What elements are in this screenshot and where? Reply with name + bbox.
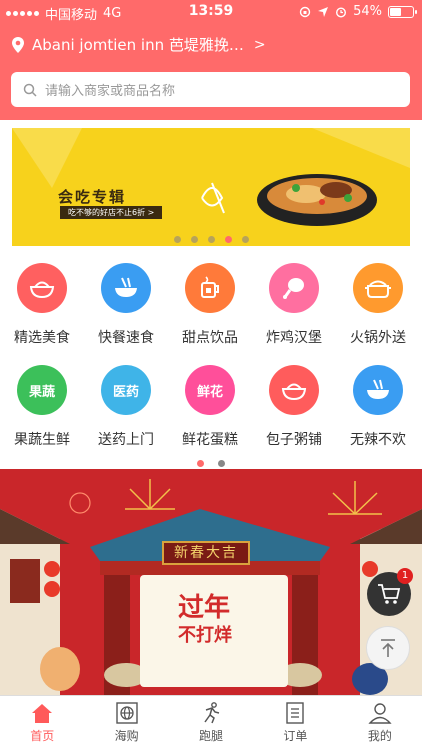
banner-pager (12, 236, 410, 243)
tab-order-list[interactable]: 订单 (253, 696, 337, 750)
back-to-top-button[interactable] (366, 626, 410, 670)
festival-sign: 新春大吉 (162, 541, 250, 565)
order-list-icon (253, 702, 337, 724)
banner-dot[interactable] (224, 236, 232, 243)
festival-headline: 过年 (178, 593, 231, 623)
category-2[interactable]: 快餐速食 (84, 263, 168, 347)
category-label: 包子粥铺 (266, 432, 322, 448)
festival-banner[interactable]: 新春大吉 过年 不打烊 (0, 469, 422, 695)
chevron-right-icon: > (253, 36, 266, 53)
tab-home[interactable]: 首页 (0, 696, 84, 750)
tab-label: 订单 (283, 729, 308, 743)
category-label: 精选美食 (14, 330, 70, 346)
tab-user[interactable]: 我的 (338, 696, 422, 750)
cart-icon (378, 584, 401, 604)
alarm-icon (336, 6, 347, 18)
fruit-icon: 果蔬 (17, 365, 67, 415)
category-pager-dot[interactable] (218, 460, 225, 467)
rice-bowl-icon (17, 263, 67, 313)
spicy-bowl-icon (353, 365, 403, 415)
tab-bar: 首页 海购 跑腿 订单 我的 (0, 695, 422, 750)
category-4[interactable]: 炸鸡汉堡 (252, 263, 336, 347)
tab-runner[interactable]: 跑腿 (169, 696, 253, 750)
banner-title: 会吃专辑 (58, 188, 127, 206)
tab-label: 跑腿 (199, 729, 224, 743)
porridge-icon (269, 365, 319, 415)
banner-dot[interactable] (190, 236, 198, 243)
rotation-lock-icon (299, 6, 311, 17)
festival-subheadline: 不打烊 (178, 625, 232, 646)
tab-globe[interactable]: 海购 (84, 696, 168, 750)
home-icon (0, 702, 84, 724)
category-9[interactable]: 包子粥铺 (252, 365, 336, 449)
search-icon (23, 83, 37, 97)
tab-label: 首页 (30, 729, 55, 743)
search-placeholder: 请输入商家或商品名称 (45, 84, 176, 99)
category-label: 甜点饮品 (182, 330, 238, 346)
promo-banner[interactable]: 会吃专辑 吃不够的好店不止6折 > (12, 128, 410, 246)
cart-badge: 1 (397, 568, 413, 584)
category-label: 快餐速食 (98, 330, 154, 346)
category-label: 炸鸡汉堡 (266, 330, 322, 346)
location-arrow-icon (318, 6, 329, 17)
noodle-bowl-icon (101, 263, 151, 313)
category-3[interactable]: 甜点饮品 (168, 263, 252, 347)
category-label: 无辣不欢 (350, 432, 406, 448)
banner-dot[interactable] (207, 236, 215, 243)
search-input[interactable]: 请输入商家或商品名称 (11, 72, 410, 107)
cart-button[interactable]: 1 (367, 568, 413, 616)
app-screen: 中国移动 4G 13:59 54% Abani jomtien inn 芭堤雅挽… (0, 0, 422, 750)
category-6[interactable]: 果蔬 果蔬生鲜 (0, 365, 84, 449)
noodle-dish-image (257, 174, 377, 226)
header: Abani jomtien inn 芭堤雅挽… > 请输入商家或商品名称 (0, 24, 422, 120)
tab-label: 海购 (114, 729, 139, 743)
banner-subtitle: 吃不够的好店不止6折 > (60, 206, 163, 219)
category-label: 送药上门 (98, 432, 154, 448)
banner-dot[interactable] (241, 236, 249, 243)
category-pager-dot[interactable] (197, 460, 204, 467)
status-bar: 中国移动 4G 13:59 54% (0, 0, 422, 24)
location-text: Abani jomtien inn 芭堤雅挽… (32, 36, 244, 54)
category-pager (0, 460, 422, 467)
hotpot-icon (353, 263, 403, 313)
category-1[interactable]: 精选美食 (0, 263, 84, 347)
category-label: 果蔬生鲜 (14, 432, 70, 448)
chicken-leg-icon (269, 263, 319, 313)
flower-icon: 鲜花 (185, 365, 235, 415)
map-pin-icon (12, 36, 24, 53)
category-7[interactable]: 医药 送药上门 (84, 365, 168, 449)
category-10[interactable]: 无辣不欢 (336, 365, 420, 449)
runner-icon (169, 702, 253, 724)
banner-dot[interactable] (173, 236, 181, 243)
category-label: 鲜花蛋糕 (182, 432, 238, 448)
tab-label: 我的 (367, 729, 392, 743)
drink-cup-icon (185, 263, 235, 313)
battery-level (390, 7, 401, 16)
category-label: 火锅外送 (350, 330, 406, 346)
category-grid: 精选美食 快餐速食 甜点饮品 炸鸡汉堡 火锅外送 果蔬 果蔬生鲜 医药 送药上门 鲜花 鲜花蛋糕 包子… (0, 258, 422, 467)
location-selector[interactable]: Abani jomtien inn 芭堤雅挽… > (10, 34, 266, 55)
battery-icon (388, 5, 417, 18)
user-icon (338, 702, 422, 724)
category-5[interactable]: 火锅外送 (336, 263, 420, 347)
battery-percent: 54% (353, 4, 382, 19)
medicine-icon: 医药 (101, 365, 151, 415)
category-8[interactable]: 鲜花 鲜花蛋糕 (168, 365, 252, 449)
globe-icon (84, 702, 168, 724)
arrow-up-icon (381, 639, 395, 657)
